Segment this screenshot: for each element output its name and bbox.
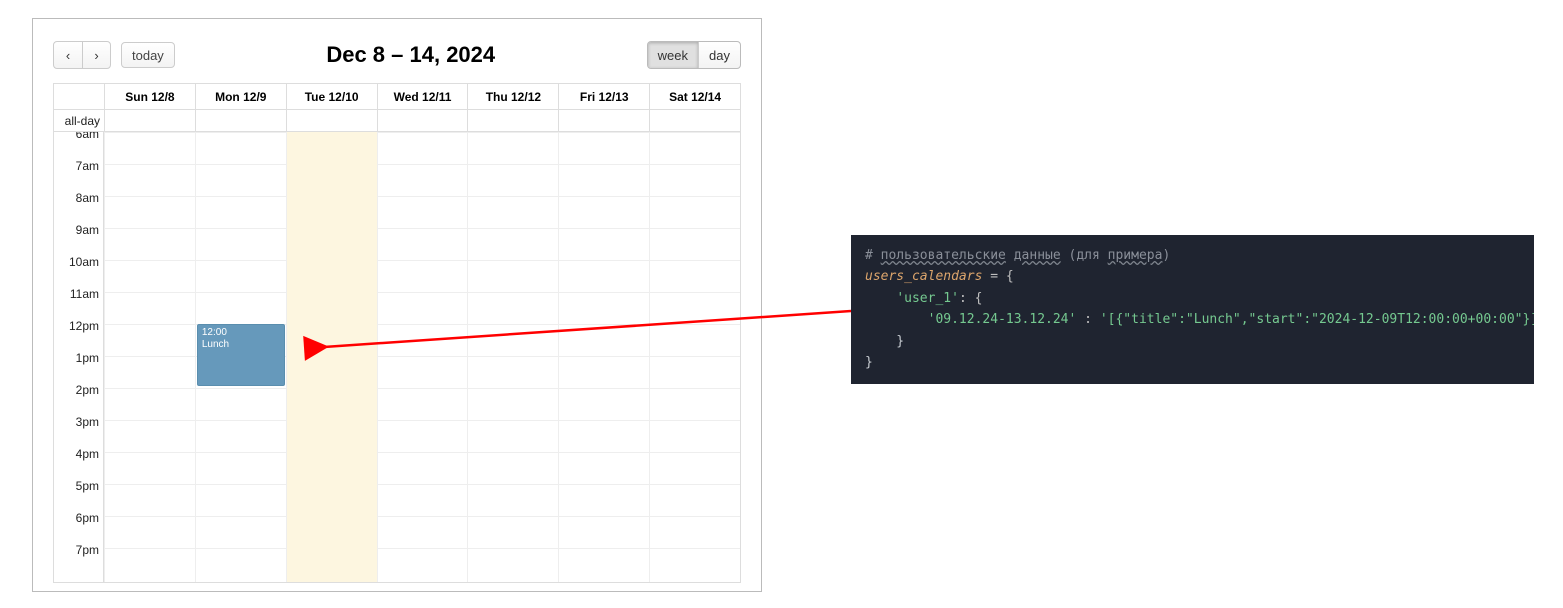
day-header-label: Wed 12/11 bbox=[394, 90, 452, 104]
code-text: 'user_1' bbox=[896, 291, 959, 306]
calendar-grid[interactable]: Sun 12/8 Mon 12/9 Tue 12/10 Wed 12/11 Th… bbox=[53, 83, 741, 583]
hour-label: 6am bbox=[76, 132, 99, 141]
hour-label: 1pm bbox=[76, 351, 99, 365]
day-header-label: Fri 12/13 bbox=[580, 90, 629, 104]
day-column[interactable] bbox=[558, 132, 649, 582]
day-column[interactable] bbox=[649, 132, 740, 582]
hour-label: 10am bbox=[69, 255, 99, 269]
day-header[interactable]: Fri 12/13 bbox=[558, 84, 649, 109]
calendar-title: Dec 8 – 14, 2024 bbox=[326, 42, 495, 68]
hour-label: 3pm bbox=[76, 415, 99, 429]
code-text: '[{"title":"Lunch","start":"2024-12-09T1… bbox=[1100, 312, 1534, 327]
day-column[interactable] bbox=[286, 132, 377, 582]
calendar-toolbar: ‹ › today Dec 8 – 14, 2024 week day bbox=[53, 41, 741, 69]
allday-cell[interactable] bbox=[286, 110, 377, 131]
code-panel: # пользовательские данные (для примера) … bbox=[851, 235, 1534, 384]
code-text: } bbox=[865, 334, 904, 349]
code-comment: # пользовательские данные (для примера) bbox=[865, 248, 1170, 263]
toolbar-right: week day bbox=[647, 41, 741, 69]
code-text: '09.12.24-13.12.24' bbox=[928, 312, 1077, 327]
day-header-label: Sat 12/14 bbox=[669, 90, 721, 104]
view-week-label: week bbox=[658, 48, 688, 63]
hour-label: 12pm bbox=[69, 319, 99, 333]
hour-label: 9am bbox=[76, 223, 99, 237]
hour-label: 7am bbox=[76, 159, 99, 173]
code-text: } bbox=[865, 355, 873, 370]
day-columns: 12:00Lunch bbox=[104, 132, 740, 582]
column-headers: Sun 12/8 Mon 12/9 Tue 12/10 Wed 12/11 Th… bbox=[54, 84, 740, 110]
view-day-label: day bbox=[709, 48, 730, 63]
hour-label: 8am bbox=[76, 191, 99, 205]
code-text: пользовательские bbox=[881, 248, 1006, 263]
chevron-left-icon: ‹ bbox=[66, 48, 70, 63]
day-header-label: Thu 12/12 bbox=[486, 90, 541, 104]
calendar-event[interactable]: 12:00Lunch bbox=[197, 324, 285, 386]
code-text: : { bbox=[959, 291, 982, 306]
day-header[interactable]: Sun 12/8 bbox=[104, 84, 195, 109]
allday-cell[interactable] bbox=[467, 110, 558, 131]
view-week-button[interactable]: week bbox=[648, 42, 698, 68]
prev-button[interactable]: ‹ bbox=[54, 42, 82, 68]
code-text: данные bbox=[1014, 248, 1061, 263]
allday-cell[interactable] bbox=[195, 110, 286, 131]
hour-label: 7pm bbox=[76, 543, 99, 557]
time-body: 6am 7am 8am 9am 10am 11am 12pm 1pm 2pm 3pm 4pm 5pm 6… bbox=[54, 132, 740, 582]
axis-spacer bbox=[54, 84, 104, 109]
view-switch: week day bbox=[647, 41, 741, 69]
event-title: Lunch bbox=[202, 339, 280, 351]
time-axis: 6am 7am 8am 9am 10am 11am 12pm 1pm 2pm 3pm 4pm 5pm 6… bbox=[54, 132, 104, 582]
day-column[interactable]: 12:00Lunch bbox=[195, 132, 286, 582]
chevron-right-icon: › bbox=[94, 48, 98, 63]
view-day-button[interactable]: day bbox=[698, 42, 740, 68]
code-text: примера bbox=[1108, 248, 1163, 263]
nav-group: ‹ › bbox=[53, 41, 111, 69]
code-text bbox=[865, 312, 928, 327]
day-header[interactable]: Sat 12/14 bbox=[649, 84, 740, 109]
calendar-panel: ‹ › today Dec 8 – 14, 2024 week day bbox=[32, 18, 762, 592]
today-button[interactable]: today bbox=[121, 42, 175, 68]
today-button-label: today bbox=[132, 48, 164, 63]
day-header-label: Mon 12/9 bbox=[215, 90, 266, 104]
day-header[interactable]: Tue 12/10 bbox=[286, 84, 377, 109]
day-header[interactable]: Wed 12/11 bbox=[377, 84, 468, 109]
day-header[interactable]: Thu 12/12 bbox=[467, 84, 558, 109]
allday-label: all-day bbox=[54, 110, 104, 131]
day-header-label: Tue 12/10 bbox=[305, 90, 359, 104]
allday-row: all-day bbox=[54, 110, 740, 132]
allday-cell[interactable] bbox=[558, 110, 649, 131]
day-header-label: Sun 12/8 bbox=[125, 90, 174, 104]
allday-cell[interactable] bbox=[377, 110, 468, 131]
day-column[interactable] bbox=[377, 132, 468, 582]
hour-label: 4pm bbox=[76, 447, 99, 461]
day-header[interactable]: Mon 12/9 bbox=[195, 84, 286, 109]
code-text: # bbox=[865, 248, 881, 263]
allday-cell[interactable] bbox=[649, 110, 740, 131]
allday-cell[interactable] bbox=[104, 110, 195, 131]
code-text: (для bbox=[1061, 248, 1108, 263]
code-text: = { bbox=[982, 269, 1013, 284]
day-column[interactable] bbox=[467, 132, 558, 582]
code-text: users_calendars bbox=[865, 269, 982, 284]
hour-label: 11am bbox=[70, 287, 99, 301]
event-time: 12:00 bbox=[202, 327, 280, 339]
toolbar-left: ‹ › today bbox=[53, 41, 175, 69]
day-column[interactable] bbox=[104, 132, 195, 582]
next-button[interactable]: › bbox=[82, 42, 110, 68]
hour-label: 5pm bbox=[76, 479, 99, 493]
hour-label: 6pm bbox=[76, 511, 99, 525]
code-text: ) bbox=[1162, 248, 1170, 263]
hour-label: 2pm bbox=[76, 383, 99, 397]
code-text: : bbox=[1076, 312, 1099, 327]
